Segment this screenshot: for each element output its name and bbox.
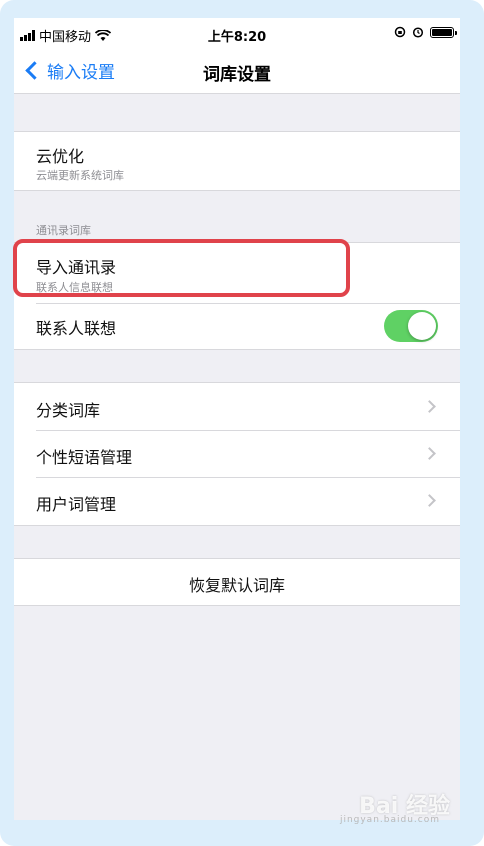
contact-association-toggle[interactable]	[384, 310, 438, 342]
toggle-knob	[408, 312, 436, 340]
page-title: 词库设置	[203, 65, 271, 85]
chevron-right-icon	[423, 494, 436, 507]
reset-section: 恢复默认词库	[14, 558, 460, 606]
baidu-watermark-url: jingyan.baidu.com	[339, 815, 440, 825]
cloud-optimize-subtitle: 云端更新系统词库	[36, 169, 124, 182]
battery-icon	[430, 26, 457, 38]
highlight-annotation	[13, 239, 350, 297]
lexicon-item-label: 用户词管理	[36, 495, 117, 514]
contacts-section-header: 通讯录词库	[36, 224, 91, 237]
contact-association-label: 联系人联想	[36, 319, 117, 338]
chevron-right-icon	[423, 400, 436, 413]
status-right	[394, 26, 457, 38]
alarm-icon	[412, 27, 424, 38]
navigation-bar: 输入设置 词库设置	[14, 50, 460, 94]
lexicon-item[interactable]: 分类词库	[14, 383, 460, 430]
cloud-optimize-row[interactable]: 云优化 云端更新系统词库	[14, 132, 460, 190]
chevron-right-icon	[423, 447, 436, 460]
contact-association-row: 联系人联想	[14, 303, 460, 349]
lexicon-section: 分类词库 个性短语管理 用户词管理	[14, 382, 460, 526]
rotation-lock-icon	[394, 26, 406, 38]
lexicon-item-label: 个性短语管理	[36, 448, 133, 467]
phone-screen: 中国移动 上午8:20 输入设置 词库设置 云优化 云端更新系统词库 通讯录词库…	[14, 18, 460, 820]
cloud-optimize-title: 云优化	[36, 147, 85, 166]
cloud-section: 云优化 云端更新系统词库	[14, 131, 460, 191]
lexicon-item-label: 分类词库	[36, 401, 101, 420]
status-bar: 中国移动 上午8:20	[14, 18, 460, 50]
reset-default-lexicon-button[interactable]: 恢复默认词库	[14, 572, 460, 596]
lexicon-item[interactable]: 用户词管理	[14, 477, 460, 524]
lexicon-item[interactable]: 个性短语管理	[14, 430, 460, 477]
